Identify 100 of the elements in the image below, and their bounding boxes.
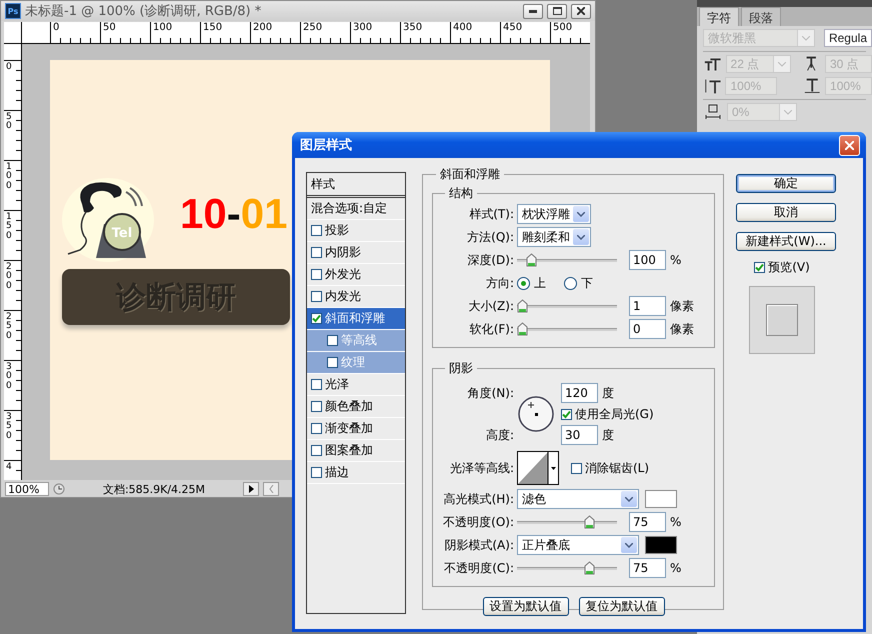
style-list-item[interactable]: 颜色叠加 bbox=[307, 396, 405, 418]
slider[interactable] bbox=[517, 322, 617, 336]
number-text: - bbox=[226, 190, 241, 238]
checkbox[interactable] bbox=[561, 408, 572, 420]
field-label: 样式(T): bbox=[468, 206, 515, 222]
checkbox[interactable] bbox=[327, 357, 338, 368]
style-list-item[interactable]: 渐变叠加 bbox=[307, 418, 405, 440]
checkbox[interactable] bbox=[754, 262, 766, 273]
menu-button[interactable] bbox=[243, 482, 259, 496]
style-list-item[interactable]: 斜面和浮雕 bbox=[307, 308, 405, 330]
maximize-button[interactable] bbox=[547, 4, 567, 18]
button[interactable]: 复位为默认值 bbox=[578, 597, 664, 616]
dropdown[interactable]: 正片叠底 bbox=[517, 535, 639, 555]
field-label: 不透明度(C): bbox=[443, 560, 515, 576]
slider[interactable] bbox=[517, 515, 617, 529]
checkbox[interactable] bbox=[311, 313, 322, 324]
field-label: 阴影模式(A): bbox=[443, 536, 515, 554]
input-field[interactable]: Regula bbox=[824, 29, 872, 47]
button[interactable]: 取消 bbox=[736, 203, 836, 222]
field-label: 不透明度(O): bbox=[442, 514, 515, 530]
button[interactable]: 设置为默认值 bbox=[482, 597, 568, 616]
checkmark-icon bbox=[312, 314, 321, 323]
ruler-label: 150 bbox=[203, 22, 222, 33]
horizontal-scale-icon bbox=[802, 77, 822, 95]
dropdown[interactable]: 枕状浮雕 bbox=[517, 204, 591, 224]
checkbox-label[interactable]: 消除锯齿(L) bbox=[585, 460, 650, 476]
checkbox[interactable] bbox=[311, 247, 322, 258]
slider[interactable] bbox=[517, 253, 617, 267]
slider-thumb[interactable] bbox=[526, 253, 537, 267]
ruler-label: 200 bbox=[6, 263, 12, 292]
button[interactable]: 确定 bbox=[736, 174, 836, 193]
field-label: 深度(D): bbox=[466, 252, 515, 268]
style-list-item[interactable]: 混合选项:自定 bbox=[307, 198, 405, 220]
style-list-item[interactable]: 图案叠加 bbox=[307, 440, 405, 462]
slider[interactable] bbox=[517, 561, 617, 575]
chevron-down-icon bbox=[625, 542, 633, 548]
ruler-label: 350 bbox=[6, 413, 12, 442]
checkmark-icon bbox=[562, 410, 571, 418]
checkbox[interactable] bbox=[311, 423, 322, 434]
checkbox[interactable] bbox=[311, 291, 322, 302]
color-swatch[interactable] bbox=[645, 490, 677, 508]
unit-label: % bbox=[670, 515, 682, 529]
radio-button[interactable] bbox=[517, 276, 530, 290]
field-label: 光泽等高线: bbox=[448, 460, 515, 476]
radio-label[interactable]: 上 bbox=[534, 274, 546, 292]
checkbox-label[interactable]: 预览(V) bbox=[768, 259, 810, 276]
checkbox[interactable] bbox=[327, 335, 338, 346]
checkbox-label[interactable]: 使用全局光(G) bbox=[575, 406, 654, 422]
style-list-item[interactable]: 描边 bbox=[307, 462, 405, 484]
radio-button[interactable] bbox=[564, 276, 577, 290]
slider-thumb[interactable] bbox=[517, 322, 528, 336]
style-list-item[interactable]: 外发光 bbox=[307, 264, 405, 286]
style-list-item[interactable]: 内阴影 bbox=[307, 242, 405, 264]
slider-thumb[interactable] bbox=[584, 561, 595, 575]
contour-picker[interactable] bbox=[517, 451, 559, 485]
field-label: 方法(Q): bbox=[466, 228, 515, 246]
checkbox[interactable] bbox=[571, 462, 582, 474]
tab[interactable]: 段落 bbox=[741, 7, 781, 26]
style-list-item[interactable]: 光泽 bbox=[307, 374, 405, 396]
ruler-label: 0 bbox=[53, 22, 60, 33]
input-field[interactable]: 1 bbox=[629, 296, 666, 316]
checkbox[interactable] bbox=[311, 445, 322, 456]
checkbox[interactable] bbox=[311, 401, 322, 412]
chevron-down-icon bbox=[784, 110, 792, 114]
zoom-field[interactable]: 100% bbox=[5, 482, 49, 496]
input-field[interactable]: 75 bbox=[629, 558, 666, 578]
field-label: 高度: bbox=[484, 426, 515, 444]
checkbox[interactable] bbox=[311, 225, 322, 236]
slider[interactable] bbox=[517, 299, 617, 313]
chevron-down-icon bbox=[778, 62, 786, 66]
tab[interactable]: 字符 bbox=[699, 7, 739, 26]
ruler-label: 300 bbox=[353, 22, 372, 33]
color-swatch[interactable] bbox=[645, 536, 677, 554]
checkbox[interactable] bbox=[311, 269, 322, 280]
clock-icon bbox=[53, 483, 65, 495]
unit-label: % bbox=[670, 561, 682, 575]
input-field[interactable]: 0 bbox=[629, 319, 666, 339]
radio-label[interactable]: 下 bbox=[581, 274, 593, 292]
tel-label: Tel bbox=[112, 226, 132, 241]
input-field[interactable]: 120 bbox=[561, 383, 598, 403]
tracking-icon bbox=[703, 103, 723, 121]
input-field[interactable]: 100 bbox=[629, 250, 666, 270]
checkbox[interactable] bbox=[311, 467, 322, 478]
close-button[interactable] bbox=[571, 4, 591, 18]
dropdown[interactable]: 滤色 bbox=[517, 489, 639, 509]
ruler-label: 200 bbox=[253, 22, 272, 33]
slider-thumb[interactable] bbox=[584, 515, 595, 529]
angle-dial[interactable] bbox=[517, 395, 555, 433]
field-label: 软化(F): bbox=[468, 320, 515, 338]
minimize-button[interactable] bbox=[523, 4, 543, 18]
checkbox[interactable] bbox=[311, 379, 322, 390]
unit-label: 像素 bbox=[670, 298, 694, 314]
slider-thumb[interactable] bbox=[517, 299, 528, 313]
input-field[interactable]: 75 bbox=[629, 512, 666, 532]
ruler-label: 250 bbox=[303, 22, 322, 33]
style-list-item[interactable]: 投影 bbox=[307, 220, 405, 242]
input-field[interactable]: 30 bbox=[561, 425, 598, 445]
ruler-label: 350 bbox=[403, 22, 422, 33]
dropdown[interactable]: 雕刻柔和 bbox=[517, 227, 591, 247]
button[interactable]: 新建样式(W)... bbox=[736, 232, 836, 251]
